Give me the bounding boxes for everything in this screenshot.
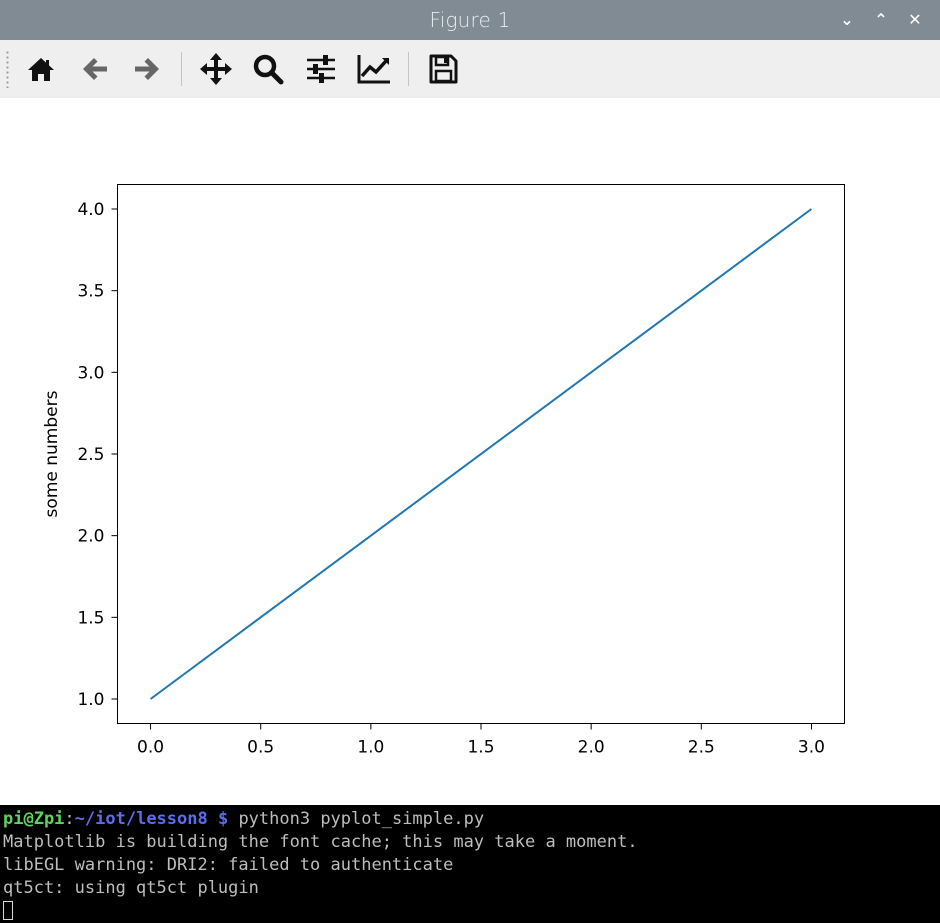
move-icon [200, 53, 232, 85]
terminal[interactable]: pi@Zpi:~/iot/lesson8 $ python3 pyplot_si… [0, 806, 940, 923]
line-chart: 0.0 0.5 1.0 1.5 2.0 2.5 3.0 1.0 1.5 2.0 2.5 3.0 3.5… [42, 184, 845, 758]
maximize-button[interactable]: ⌃ [870, 9, 892, 31]
home-button[interactable] [23, 51, 59, 87]
prompt-path: ~/iot/lesson8 $ [74, 809, 229, 829]
x-tick-label: 2.5 [688, 738, 715, 758]
save-button[interactable] [425, 51, 461, 87]
arrow-left-icon [83, 58, 107, 80]
pan-button[interactable] [198, 51, 234, 87]
back-button[interactable] [77, 51, 113, 87]
y-tick-label: 3.0 [77, 363, 104, 383]
figure-canvas[interactable]: 0.0 0.5 1.0 1.5 2.0 2.5 3.0 1.0 1.5 2.0 2.5 3.0 3.5… [0, 98, 940, 805]
edit-axis-button[interactable] [356, 51, 392, 87]
x-tick-label: 2.0 [578, 738, 605, 758]
toolbar-separator [408, 52, 409, 86]
floppy-disk-icon [429, 54, 458, 84]
window-title: Figure 1 [429, 8, 511, 32]
y-tick-label: 1.5 [77, 608, 104, 628]
terminal-output-line: qt5ct: using qt5ct plugin [3, 878, 259, 898]
prompt-user: pi@Zpi [3, 809, 65, 829]
y-tick-label: 1.0 [77, 690, 104, 710]
close-button[interactable]: ✕ [904, 9, 926, 31]
figure-window: Figure 1 ⌄ ⌃ ✕ 0.0 0.5 1.0 1.5 2.0 2.5 3… [0, 0, 940, 805]
terminal-prompt-line: pi@Zpi:~/iot/lesson8 $ python3 pyplot_si… [3, 808, 940, 831]
toolbar-grip[interactable] [6, 50, 9, 88]
x-tick-label: 0.0 [137, 738, 164, 758]
terminal-command: python3 pyplot_simple.py [228, 809, 485, 829]
terminal-output-line: libEGL warning: DRI2: failed to authenti… [3, 855, 454, 875]
home-icon [28, 58, 54, 81]
sliders-icon [307, 55, 335, 83]
y-tick-label: 3.5 [77, 282, 104, 302]
x-tick-label: 0.5 [247, 738, 274, 758]
y-tick-label: 2.5 [77, 445, 104, 465]
x-tick-label: 1.5 [467, 738, 494, 758]
toolbar-separator [181, 52, 182, 86]
zoom-button[interactable] [250, 51, 286, 87]
window-titlebar[interactable]: Figure 1 ⌄ ⌃ ✕ [0, 0, 940, 40]
y-tick-label: 4.0 [77, 200, 104, 220]
subplots-button[interactable] [303, 51, 339, 87]
x-tick-label: 1.0 [357, 738, 384, 758]
x-tick-label: 3.0 [798, 738, 825, 758]
terminal-cursor-line [3, 900, 940, 923]
arrow-right-icon [135, 58, 159, 80]
y-axis-label: some numbers [42, 390, 62, 517]
navigation-toolbar [0, 40, 940, 98]
minimize-button[interactable]: ⌄ [836, 9, 858, 31]
magnifier-icon [253, 54, 284, 85]
line-chart-icon [357, 55, 390, 84]
terminal-output-line: Matplotlib is building the font cache; t… [3, 832, 638, 852]
prompt-separator: : [64, 809, 75, 829]
terminal-cursor [3, 901, 13, 920]
forward-button[interactable] [129, 51, 165, 87]
y-tick-label: 2.0 [77, 527, 104, 547]
